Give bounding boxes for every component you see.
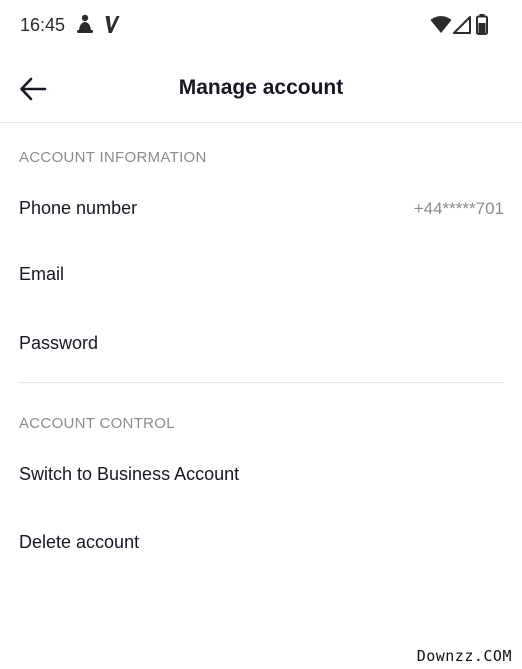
battery-icon — [476, 14, 488, 40]
password-label: Password — [19, 333, 99, 353]
app-v-icon — [104, 13, 122, 40]
notification-icon — [76, 13, 94, 40]
phone-number-row[interactable]: Phone number +44*****701 — [0, 181, 522, 239]
email-label: Email — [19, 264, 65, 284]
delete-account-label: Delete account — [19, 532, 140, 552]
section-divider — [18, 382, 503, 383]
phone-number-label: Phone number — [19, 198, 138, 218]
status-bar: 16:45 — [0, 0, 522, 54]
app-header: Manage account — [0, 58, 522, 123]
delete-account-row[interactable]: Delete account — [0, 515, 522, 573]
phone-number-value: +44*****701 — [413, 199, 504, 218]
email-row[interactable]: Email — [0, 247, 522, 305]
signal-icon — [453, 16, 471, 39]
switch-to-business-label: Switch to Business Account — [19, 464, 240, 484]
manage-account-screen: 16:45 Manage account ACCOUNT INFORMATION… — [0, 0, 522, 669]
switch-to-business-row[interactable]: Switch to Business Account — [0, 447, 522, 505]
page-title: Manage account — [178, 76, 344, 99]
wifi-icon — [430, 16, 452, 39]
password-row[interactable]: Password — [0, 316, 522, 374]
watermark: Downzz.COM — [416, 647, 512, 665]
account-information-heading: ACCOUNT INFORMATION — [19, 149, 207, 166]
account-control-heading: ACCOUNT CONTROL — [19, 415, 175, 432]
status-time: 16:45 — [20, 15, 66, 35]
